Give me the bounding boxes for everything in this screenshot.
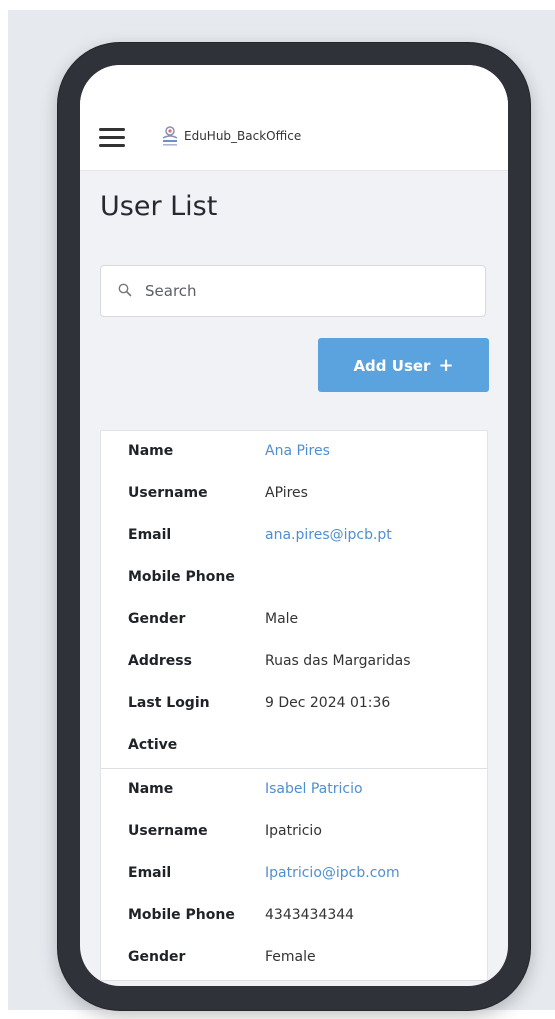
user-card: Name Ana Pires Username APires Email ana… xyxy=(101,431,487,769)
app-screen: EduHub_BackOffice User List Add User + Na… xyxy=(80,65,508,986)
user-name-link[interactable]: Isabel Patricio xyxy=(265,781,363,797)
table-row: Name Isabel Patricio xyxy=(101,770,487,812)
field-label-active: Active xyxy=(128,737,178,753)
table-row: Address Ruas das Margaridas xyxy=(101,642,487,684)
add-user-label: Add User xyxy=(353,356,431,375)
user-email-link[interactable]: Ipatricio@ipcb.com xyxy=(265,865,400,881)
logo-icon xyxy=(162,126,178,146)
user-gender: Female xyxy=(265,949,316,965)
field-label-mobile-phone: Mobile Phone xyxy=(128,907,235,923)
background: EduHub_BackOffice User List Add User + Na… xyxy=(8,10,555,1010)
table-row: Username APires xyxy=(101,474,487,516)
search-icon xyxy=(118,283,132,297)
hamburger-menu-icon[interactable] xyxy=(99,128,125,148)
field-label-gender: Gender xyxy=(128,949,186,965)
table-row: Active xyxy=(101,726,487,768)
search-input[interactable] xyxy=(145,266,465,316)
page-title: User List xyxy=(100,191,218,222)
brand-name[interactable]: EduHub_BackOffice xyxy=(184,129,301,143)
field-label-name: Name xyxy=(128,443,174,459)
plus-icon: + xyxy=(438,354,454,376)
field-label-username: Username xyxy=(128,485,208,501)
table-row: Mobile Phone 4343434344 xyxy=(101,896,487,938)
user-address: Ruas das Margaridas xyxy=(265,653,411,669)
user-list: Name Ana Pires Username APires Email ana… xyxy=(100,430,488,981)
field-label-last-login: Last Login xyxy=(128,695,210,711)
user-username: Ipatricio xyxy=(265,823,322,839)
field-label-mobile-phone: Mobile Phone xyxy=(128,569,235,585)
field-label-gender: Gender xyxy=(128,611,186,627)
user-username: APires xyxy=(265,485,308,501)
table-row: Username Ipatricio xyxy=(101,812,487,854)
phone-frame: EduHub_BackOffice User List Add User + Na… xyxy=(58,43,530,1010)
table-row: Email ana.pires@ipcb.pt xyxy=(101,516,487,558)
user-name-link[interactable]: Ana Pires xyxy=(265,443,330,459)
user-gender: Male xyxy=(265,611,299,627)
user-email-link[interactable]: ana.pires@ipcb.pt xyxy=(265,527,392,543)
table-row: Email Ipatricio@ipcb.com xyxy=(101,854,487,896)
field-label-name: Name xyxy=(128,781,174,797)
table-row: Gender Male xyxy=(101,600,487,642)
table-row: Gender Female xyxy=(101,938,487,980)
table-row: Name Ana Pires xyxy=(101,432,487,474)
add-user-button[interactable]: Add User + xyxy=(318,338,489,392)
user-last-login: 9 Dec 2024 01:36 xyxy=(265,695,391,711)
table-row: Last Login 9 Dec 2024 01:36 xyxy=(101,684,487,726)
table-row: Mobile Phone xyxy=(101,558,487,600)
field-label-username: Username xyxy=(128,823,208,839)
field-label-email: Email xyxy=(128,865,172,881)
search-box xyxy=(100,265,486,317)
user-card: Name Isabel Patricio Username Ipatricio … xyxy=(101,769,487,981)
user-mobile-phone: 4343434344 xyxy=(265,907,355,923)
top-navbar: EduHub_BackOffice xyxy=(80,65,508,171)
field-label-email: Email xyxy=(128,527,172,543)
field-label-address: Address xyxy=(128,653,192,669)
